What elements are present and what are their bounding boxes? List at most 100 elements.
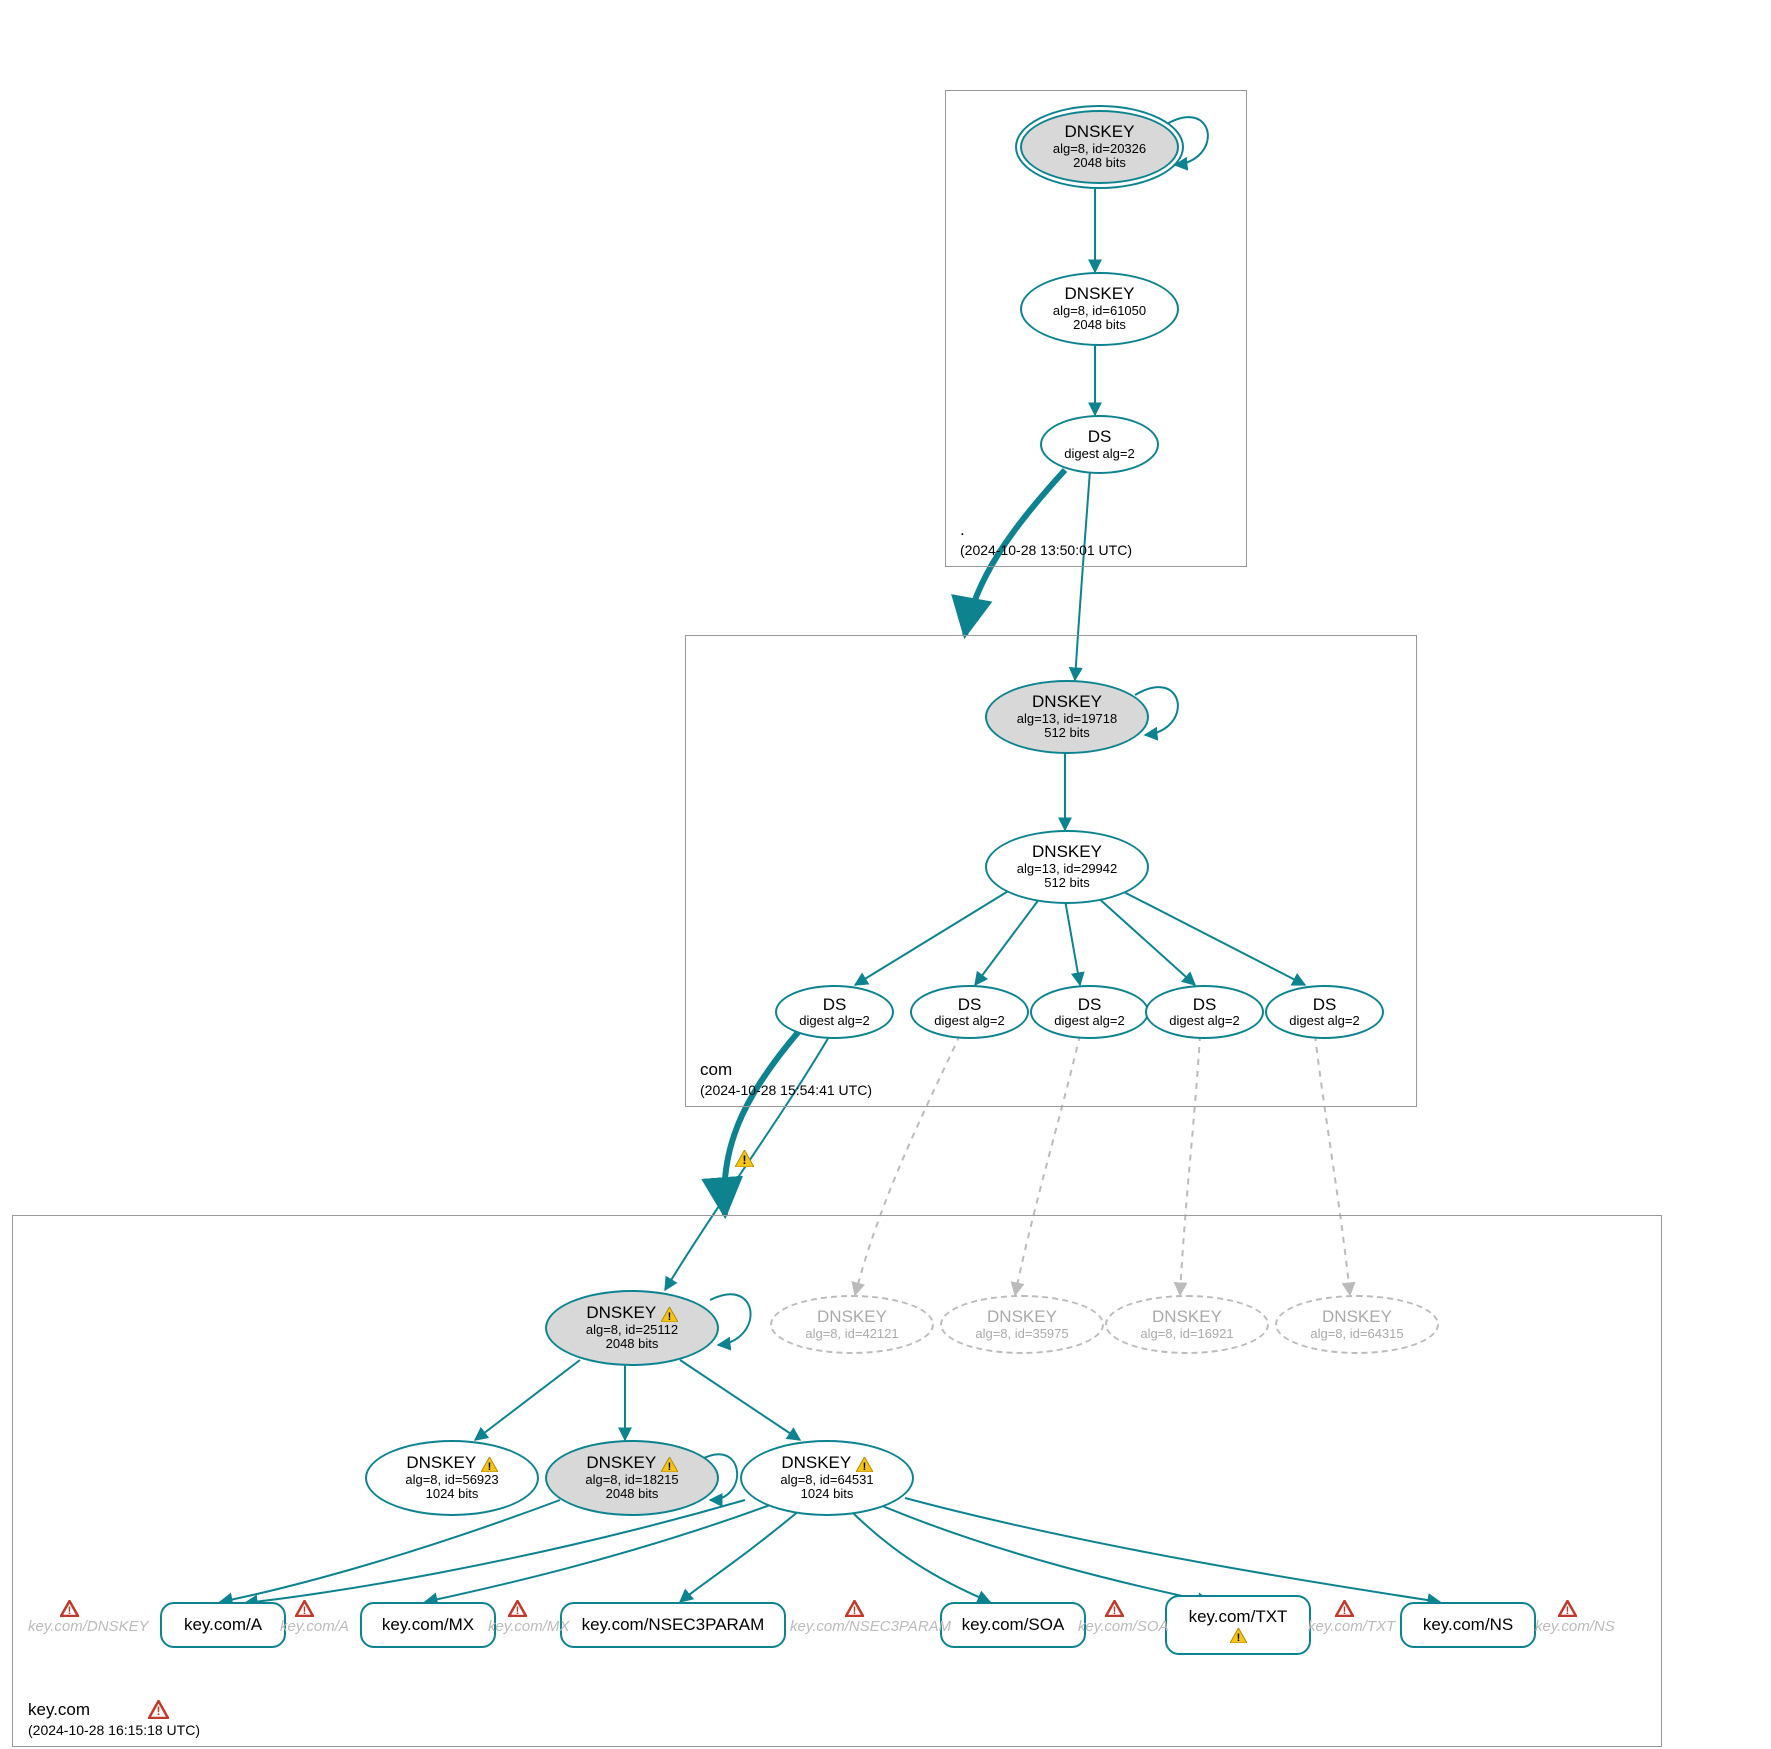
node-key-ghost4[interactable]: DNSKEY alg=8, id=64315	[1275, 1295, 1439, 1354]
svg-text:!: !	[667, 1311, 671, 1322]
node-title: DNSKEY	[817, 1308, 887, 1327]
rr-n3[interactable]: key.com/NSEC3PARAM	[560, 1602, 786, 1648]
node-title: DS	[823, 996, 847, 1015]
rr-mx[interactable]: key.com/MX	[360, 1602, 496, 1648]
node-line2: digest alg=2	[799, 1014, 869, 1028]
rr-txt[interactable]: key.com/TXT !	[1165, 1595, 1311, 1655]
node-title: DNSKEY	[987, 1308, 1057, 1327]
warning-icon: !	[661, 1457, 678, 1472]
error-icon: !	[1105, 1600, 1124, 1617]
rr-a[interactable]: key.com/A	[160, 1602, 286, 1648]
node-title: DNSKEY	[781, 1453, 851, 1472]
node-line2: alg=8, id=56923	[405, 1473, 498, 1487]
node-title: DNSKEY	[1032, 843, 1102, 862]
node-com-ds3[interactable]: DS digest alg=2	[1030, 985, 1149, 1039]
node-root-zsk[interactable]: DNSKEY alg=8, id=61050 2048 bits	[1020, 272, 1179, 346]
node-key-ksk[interactable]: DNSKEY ! alg=8, id=25112 2048 bits	[545, 1290, 719, 1366]
node-line3: 2048 bits	[1073, 156, 1126, 170]
node-key-ghost2[interactable]: DNSKEY alg=8, id=35975	[940, 1295, 1104, 1354]
rr-txt-label: key.com/TXT	[1189, 1607, 1288, 1627]
ghost-a: key.com/A	[280, 1618, 349, 1635]
error-icon: !	[508, 1600, 527, 1617]
rr-soa[interactable]: key.com/SOA	[940, 1602, 1086, 1648]
node-line2: digest alg=2	[1054, 1014, 1124, 1028]
node-com-ds5[interactable]: DS digest alg=2	[1265, 985, 1384, 1039]
error-icon: !	[1558, 1600, 1577, 1617]
error-icon: !	[148, 1700, 169, 1719]
warning-icon: !	[856, 1457, 873, 1472]
node-title: DNSKEY	[1065, 123, 1135, 142]
svg-text:!: !	[743, 1153, 747, 1167]
node-line3: 1024 bits	[426, 1487, 479, 1501]
node-line3: 2048 bits	[606, 1337, 659, 1351]
svg-text:!: !	[853, 1605, 857, 1617]
ghost-ns: key.com/NS	[1535, 1618, 1615, 1635]
node-com-zsk[interactable]: DNSKEY alg=13, id=29942 512 bits	[985, 830, 1149, 904]
svg-text:!: !	[68, 1605, 72, 1617]
svg-text:!: !	[303, 1605, 307, 1617]
node-com-ksk[interactable]: DNSKEY alg=13, id=19718 512 bits	[985, 680, 1149, 754]
node-key-ghost1[interactable]: DNSKEY alg=8, id=42121	[770, 1295, 934, 1354]
node-title: DNSKEY	[586, 1303, 656, 1322]
node-com-ds4[interactable]: DS digest alg=2	[1145, 985, 1264, 1039]
svg-text:!: !	[1236, 1632, 1240, 1643]
ghost-txt: key.com/TXT	[1308, 1618, 1395, 1635]
node-root-ksk[interactable]: DNSKEY alg=8, id=20326 2048 bits	[1020, 110, 1179, 184]
ghost-mx: key.com/MX	[488, 1618, 569, 1635]
node-line2: digest alg=2	[934, 1014, 1004, 1028]
node-line3: 512 bits	[1044, 876, 1090, 890]
node-title: DNSKEY	[1065, 285, 1135, 304]
zone-root-time: (2024-10-28 13:50:01 UTC)	[960, 542, 1132, 558]
node-key-k4[interactable]: DNSKEY ! alg=8, id=64531 1024 bits	[740, 1440, 914, 1516]
node-line2: alg=8, id=25112	[586, 1323, 678, 1337]
node-line2: alg=8, id=20326	[1053, 142, 1146, 156]
node-line2: alg=8, id=42121	[805, 1327, 898, 1341]
node-line3: 2048 bits	[606, 1487, 659, 1501]
warning-icon: !	[735, 1150, 754, 1167]
node-key-ghost3[interactable]: DNSKEY alg=8, id=16921	[1105, 1295, 1269, 1354]
node-title: DS	[1313, 996, 1337, 1015]
node-title: DNSKEY	[1152, 1308, 1222, 1327]
rr-ns[interactable]: key.com/NS	[1400, 1602, 1536, 1648]
node-line2: alg=8, id=18215	[585, 1473, 678, 1487]
warning-icon: !	[661, 1307, 678, 1322]
error-icon: !	[1335, 1600, 1354, 1617]
node-title: DS	[1078, 996, 1102, 1015]
node-line3: 2048 bits	[1073, 318, 1126, 332]
ghost-soa: key.com/SOA	[1078, 1618, 1169, 1635]
node-line2: alg=8, id=64531	[780, 1473, 873, 1487]
node-com-ds2[interactable]: DS digest alg=2	[910, 985, 1029, 1039]
node-title: DS	[958, 996, 982, 1015]
zone-com-name: com	[700, 1060, 732, 1080]
warning-icon: !	[481, 1457, 498, 1472]
warning-icon: !	[1230, 1628, 1247, 1643]
svg-text:!: !	[1113, 1605, 1117, 1617]
ghost-dnskey: key.com/DNSKEY	[28, 1618, 149, 1635]
svg-text:!: !	[1343, 1605, 1347, 1617]
zone-key-name: key.com	[28, 1700, 90, 1720]
node-com-ds1[interactable]: DS digest alg=2	[775, 985, 894, 1039]
node-line3: 512 bits	[1044, 726, 1090, 740]
node-line2: digest alg=2	[1064, 447, 1134, 461]
node-line2: alg=13, id=29942	[1017, 862, 1117, 876]
zone-key-time: (2024-10-28 16:15:18 UTC)	[28, 1722, 200, 1738]
svg-text:!: !	[487, 1461, 491, 1472]
node-line2: alg=8, id=61050	[1053, 304, 1146, 318]
node-key-k2[interactable]: DNSKEY ! alg=8, id=56923 1024 bits	[365, 1440, 539, 1516]
node-line2: alg=8, id=64315	[1310, 1327, 1403, 1341]
node-title: DNSKEY	[1322, 1308, 1392, 1327]
zone-root-name: .	[960, 520, 965, 540]
error-icon: !	[845, 1600, 864, 1617]
zone-com-time: (2024-10-28 15:54:41 UTC)	[700, 1082, 872, 1098]
node-root-ds[interactable]: DS digest alg=2	[1040, 415, 1159, 474]
node-line2: digest alg=2	[1289, 1014, 1359, 1028]
node-key-k3[interactable]: DNSKEY ! alg=8, id=18215 2048 bits	[545, 1440, 719, 1516]
node-title: DNSKEY	[1032, 693, 1102, 712]
svg-text:!: !	[862, 1461, 866, 1472]
ghost-n3: key.com/NSEC3PARAM	[790, 1618, 951, 1635]
svg-text:!: !	[1566, 1605, 1570, 1617]
node-title: DNSKEY	[406, 1453, 476, 1472]
svg-text:!: !	[157, 1704, 161, 1718]
node-line2: digest alg=2	[1169, 1014, 1239, 1028]
error-icon: !	[295, 1600, 314, 1617]
